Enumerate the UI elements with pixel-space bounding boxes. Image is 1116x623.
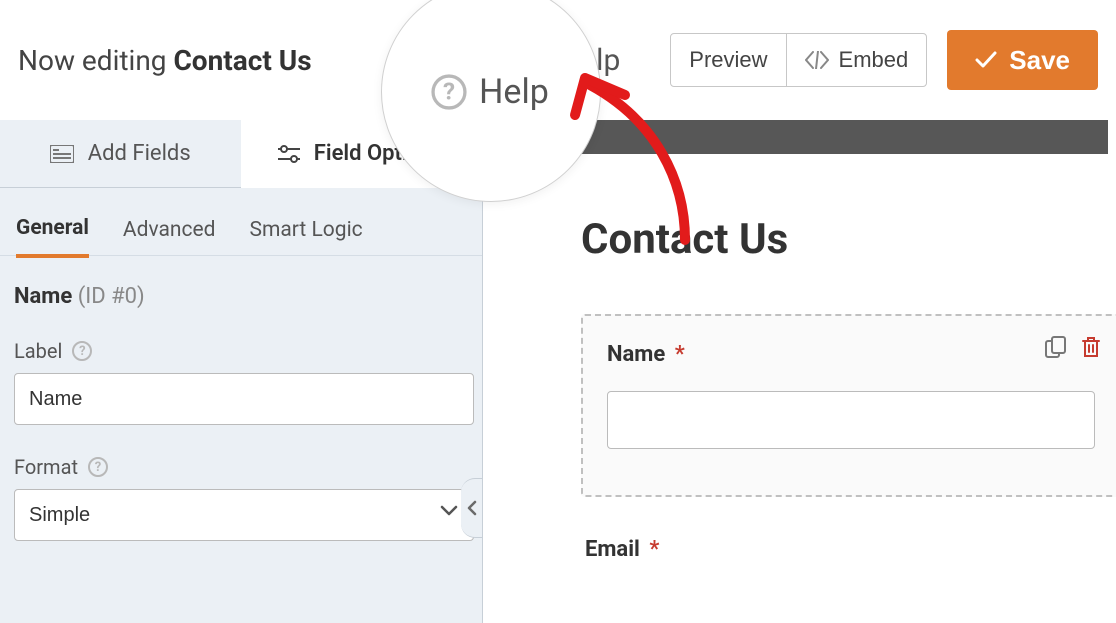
check-icon — [975, 51, 997, 69]
name-field-card[interactable]: Name * — [581, 314, 1116, 497]
tab-add-fields-label: Add Fields — [88, 141, 191, 166]
page-title: Now editing Contact Us — [18, 44, 312, 77]
name-field-label: Name — [607, 342, 665, 367]
preview-button[interactable]: Preview — [670, 33, 786, 87]
subtab-general[interactable]: General — [16, 216, 89, 258]
subtab-smart-logic[interactable]: Smart Logic — [249, 218, 362, 256]
now-editing-prefix: Now editing — [18, 44, 173, 77]
collapse-sidebar-button[interactable] — [461, 478, 483, 538]
form-icon — [50, 145, 74, 163]
embed-label: Embed — [839, 47, 909, 73]
code-icon — [805, 51, 829, 69]
field-heading-id: (ID #0) — [78, 284, 145, 309]
name-input-preview — [607, 391, 1095, 449]
format-caption: Format — [14, 455, 78, 479]
subtab-advanced[interactable]: Advanced — [123, 218, 216, 256]
preview-label: Preview — [689, 47, 767, 73]
now-editing-name: Contact Us — [173, 44, 311, 77]
help-icon[interactable]: ? — [72, 341, 92, 361]
form-canvas: Contact Us Name * Email * — [531, 175, 1116, 623]
tab-add-fields[interactable]: Add Fields — [0, 120, 241, 188]
save-button[interactable]: Save — [947, 30, 1098, 90]
trash-icon[interactable] — [1081, 336, 1101, 358]
email-field-label: Email — [585, 537, 640, 562]
label-input[interactable] — [14, 373, 474, 425]
format-select[interactable] — [14, 489, 474, 541]
field-heading: Name (ID #0) — [14, 284, 468, 309]
tab-field-options[interactable]: Field Options — [241, 120, 483, 188]
form-title: Contact Us — [581, 215, 1116, 264]
help-icon: ? — [513, 44, 545, 76]
sliders-icon — [278, 145, 300, 163]
embed-button[interactable]: Embed — [786, 33, 928, 87]
help-label: Help — [559, 43, 620, 78]
sidebar: Add Fields Field Options General Advance… — [0, 120, 483, 623]
required-mark: * — [675, 342, 685, 367]
chevron-left-icon — [467, 500, 477, 516]
label-caption: Label — [14, 339, 62, 363]
save-label: Save — [1009, 45, 1070, 76]
help-button[interactable]: ? Help — [513, 43, 620, 78]
field-heading-name: Name — [14, 284, 78, 309]
required-mark: * — [649, 537, 659, 562]
tab-field-options-label: Field Options — [314, 141, 444, 166]
duplicate-icon[interactable] — [1045, 336, 1067, 358]
help-icon[interactable]: ? — [88, 457, 108, 477]
